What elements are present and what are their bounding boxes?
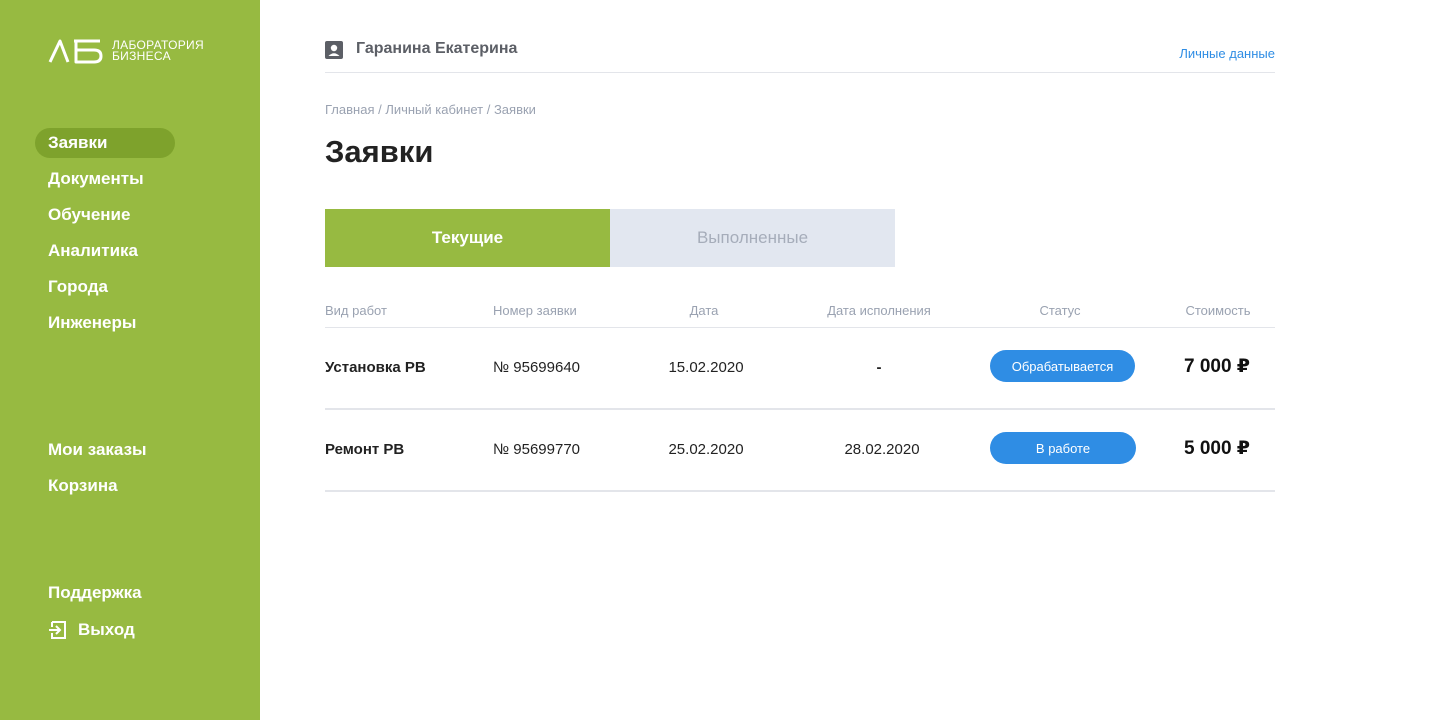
sidebar-item-label: Заявки bbox=[48, 133, 108, 152]
personal-data-link[interactable]: Личные данные bbox=[1179, 46, 1275, 61]
sidebar-item-label: Аналитика bbox=[48, 241, 138, 260]
sidebar-item-label: Города bbox=[48, 277, 108, 296]
breadcrumb[interactable]: Главная / Личный кабинет / Заявки bbox=[325, 102, 536, 117]
user-card-icon bbox=[325, 41, 343, 59]
cell-number: № 95699640 bbox=[493, 359, 580, 376]
cell-done-date: - bbox=[876, 359, 882, 376]
sidebar-item-label: Инженеры bbox=[48, 313, 137, 332]
logo-mark-icon bbox=[48, 39, 103, 64]
sidebar-item-label: Поддержка bbox=[48, 583, 142, 602]
column-header-price: Стоимость bbox=[1185, 303, 1251, 318]
requests-table: Вид работ Номер заявки Дата Дата исполне… bbox=[325, 295, 1275, 492]
cell-date: 25.02.2020 bbox=[668, 441, 744, 458]
sidebar-item-my-orders[interactable]: Мои заказы bbox=[35, 435, 255, 465]
status-badge: В работе bbox=[990, 432, 1136, 464]
tabs: Текущие Выполненные bbox=[325, 209, 895, 267]
page-title: Заявки bbox=[325, 134, 434, 169]
sidebar-item-requests[interactable]: Заявки bbox=[35, 128, 175, 158]
column-header-date: Дата bbox=[689, 303, 719, 318]
sidebar-item-cart[interactable]: Корзина bbox=[35, 471, 255, 501]
sidebar: ЛАБОРАТОРИЯ БИЗНЕСА Заявки Документы Обу… bbox=[0, 0, 260, 720]
column-header-status: Статус bbox=[1039, 303, 1081, 318]
sidebar-item-documents[interactable]: Документы bbox=[35, 164, 255, 194]
logo-text-line2: БИЗНЕСА bbox=[112, 49, 171, 63]
column-header-number: Номер заявки bbox=[493, 303, 577, 318]
cell-price: 5 000 ₽ bbox=[1183, 438, 1251, 459]
column-header-work-type: Вид работ bbox=[325, 303, 387, 318]
sidebar-item-analytics[interactable]: Аналитика bbox=[35, 236, 255, 266]
table-header: Вид работ Номер заявки Дата Дата исполне… bbox=[325, 295, 1275, 328]
brand-logo[interactable]: ЛАБОРАТОРИЯ БИЗНЕСА bbox=[48, 38, 204, 64]
top-header: Гаранина Екатерина Личные данные bbox=[325, 36, 1275, 73]
cell-done-date: 28.02.2020 bbox=[844, 441, 920, 458]
sidebar-item-label: Выход bbox=[78, 620, 135, 639]
sidebar-item-logout[interactable]: Выход bbox=[35, 615, 255, 645]
cell-date: 15.02.2020 bbox=[668, 359, 744, 376]
exit-icon bbox=[49, 621, 66, 639]
sidebar-item-engineers[interactable]: Инженеры bbox=[35, 308, 255, 338]
sidebar-item-cities[interactable]: Города bbox=[35, 272, 255, 302]
tab-current[interactable]: Текущие bbox=[325, 209, 610, 267]
column-header-done-date: Дата исполнения bbox=[827, 303, 931, 318]
table-row[interactable]: Установка РВ № 95699640 15.02.2020 - Обр… bbox=[325, 328, 1275, 410]
sidebar-item-label: Обучение bbox=[48, 205, 131, 224]
sidebar-item-support[interactable]: Поддержка bbox=[35, 578, 255, 608]
user-name: Гаранина Екатерина bbox=[356, 40, 518, 57]
logo-text: ЛАБОРАТОРИЯ БИЗНЕСА bbox=[112, 39, 204, 63]
cell-price: 7 000 ₽ bbox=[1183, 356, 1251, 377]
status-badge: Обрабатывается bbox=[990, 350, 1135, 382]
cell-work-type: Установка РВ bbox=[325, 359, 426, 376]
sidebar-item-label: Документы bbox=[48, 169, 144, 188]
tab-completed[interactable]: Выполненные bbox=[610, 209, 895, 267]
sidebar-item-training[interactable]: Обучение bbox=[35, 200, 255, 230]
cell-number: № 95699770 bbox=[493, 441, 580, 458]
sidebar-item-label: Мои заказы bbox=[48, 440, 147, 459]
sidebar-item-label: Корзина bbox=[48, 476, 118, 495]
cell-work-type: Ремонт РВ bbox=[325, 441, 405, 458]
table-row[interactable]: Ремонт РВ № 95699770 25.02.2020 28.02.20… bbox=[325, 410, 1275, 492]
